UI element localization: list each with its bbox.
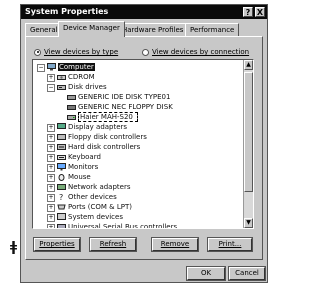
tree-item-label: Monitors	[68, 163, 99, 171]
display-adapter-icon	[57, 122, 66, 130]
view-by-type-radio[interactable]	[34, 48, 41, 56]
tree-item-label: Computer	[58, 63, 95, 71]
close-button[interactable]: X	[255, 7, 265, 17]
ok-button[interactable]: OK	[186, 266, 226, 281]
tab-device-manager[interactable]: Device Manager	[58, 21, 125, 37]
view-by-type-label: View devices by type	[44, 48, 119, 56]
computer-icon	[47, 62, 56, 70]
expand-icon[interactable]: +	[47, 194, 55, 202]
tree-scrollbar[interactable]: ▲ ▼	[243, 60, 253, 228]
tree-item-label: Haier MAH-S20	[78, 112, 138, 122]
svg-text:?: ?	[59, 193, 63, 201]
device-tree[interactable]: − Computer + CDROM − Disk drives GENERIC IDE D…	[32, 59, 254, 229]
collapse-icon[interactable]: −	[37, 64, 45, 72]
keyboard-icon	[57, 153, 66, 160]
hard-disk-icon	[67, 93, 76, 100]
scroll-up-button[interactable]: ▲	[244, 60, 253, 70]
cdrom-icon	[57, 73, 66, 80]
tab-performance[interactable]: Performance	[185, 23, 240, 36]
properties-button[interactable]: Properties	[33, 237, 81, 252]
other-devices-icon: ?	[57, 193, 66, 202]
scroll-thumb[interactable]	[244, 72, 253, 192]
remove-button[interactable]: Remove	[151, 237, 199, 252]
tree-item-label: Other devices	[68, 193, 117, 201]
side-caption-glyph: ǂ	[10, 240, 18, 255]
tab-general[interactable]: General	[25, 23, 63, 36]
network-adapter-icon	[57, 183, 66, 190]
tab-hardware-profiles[interactable]: Hardware Profiles	[117, 23, 189, 36]
floppy-disk-icon	[67, 103, 76, 110]
tree-item-label: GENERIC NEC FLOPPY DISK	[78, 103, 173, 111]
expand-icon[interactable]: +	[47, 164, 55, 172]
ports-icon	[57, 203, 66, 210]
tree-item-label: Network adapters	[68, 183, 131, 191]
tree-item-label: GENERIC IDE DISK TYPE01	[78, 93, 171, 101]
tree-item-label: System devices	[68, 213, 123, 221]
cancel-button[interactable]: Cancel	[228, 266, 266, 281]
tab-strip: General Device Manager Hardware Profiles…	[25, 21, 263, 37]
system-properties-dialog: System Properties ? X General Device Man…	[20, 4, 268, 283]
scroll-down-button[interactable]: ▼	[244, 218, 253, 228]
disk-drive-icon	[57, 83, 66, 90]
floppy-controller-icon	[57, 133, 66, 140]
tree-item-label: Display adapters	[68, 123, 128, 131]
tree-item-label: Hard disk controllers	[68, 143, 141, 151]
help-button[interactable]: ?	[243, 7, 253, 17]
tree-item-label: Floppy disk controllers	[68, 133, 147, 141]
expand-icon[interactable]: +	[47, 214, 55, 222]
expand-icon[interactable]: +	[47, 174, 55, 182]
collapse-icon[interactable]: −	[47, 84, 55, 92]
tree-item-label: Keyboard	[68, 153, 101, 161]
window-title: System Properties	[25, 7, 109, 16]
tree-item-label: Universal Serial Bus controllers	[68, 223, 178, 228]
print-button[interactable]: Print...	[207, 237, 253, 252]
view-by-connection-label: View devices by connection	[152, 48, 250, 56]
expand-icon[interactable]: +	[47, 124, 55, 132]
usb-controller-icon	[57, 223, 66, 228]
tree-item-label: Disk drives	[68, 83, 107, 91]
monitor-icon	[57, 162, 66, 170]
system-devices-icon	[57, 212, 66, 220]
usb-disk-icon	[67, 113, 76, 120]
expand-icon[interactable]: +	[47, 74, 55, 82]
expand-icon[interactable]: +	[47, 144, 55, 152]
tree-item-label: CDROM	[68, 73, 95, 81]
tree-item-label: Ports (COM & LPT)	[68, 203, 132, 211]
device-manager-panel: View devices by type View devices by con…	[25, 36, 263, 260]
view-by-connection-radio[interactable]	[142, 48, 149, 56]
view-by-connection-option[interactable]: View devices by connection	[142, 48, 249, 56]
expand-icon[interactable]: +	[47, 134, 55, 142]
hard-disk-controller-icon	[57, 143, 66, 150]
expand-icon[interactable]: +	[47, 154, 55, 162]
view-by-type-option[interactable]: View devices by type	[34, 48, 118, 56]
expand-icon[interactable]: +	[47, 224, 55, 228]
refresh-button[interactable]: Refresh	[89, 237, 137, 252]
mouse-icon	[57, 173, 66, 181]
title-bar: System Properties ? X	[21, 5, 267, 19]
tree-item-label: Mouse	[68, 173, 91, 181]
expand-icon[interactable]: +	[47, 204, 55, 212]
device-tree-list: − Computer + CDROM − Disk drives GENERIC IDE D…	[33, 60, 243, 228]
expand-icon[interactable]: +	[47, 184, 55, 192]
